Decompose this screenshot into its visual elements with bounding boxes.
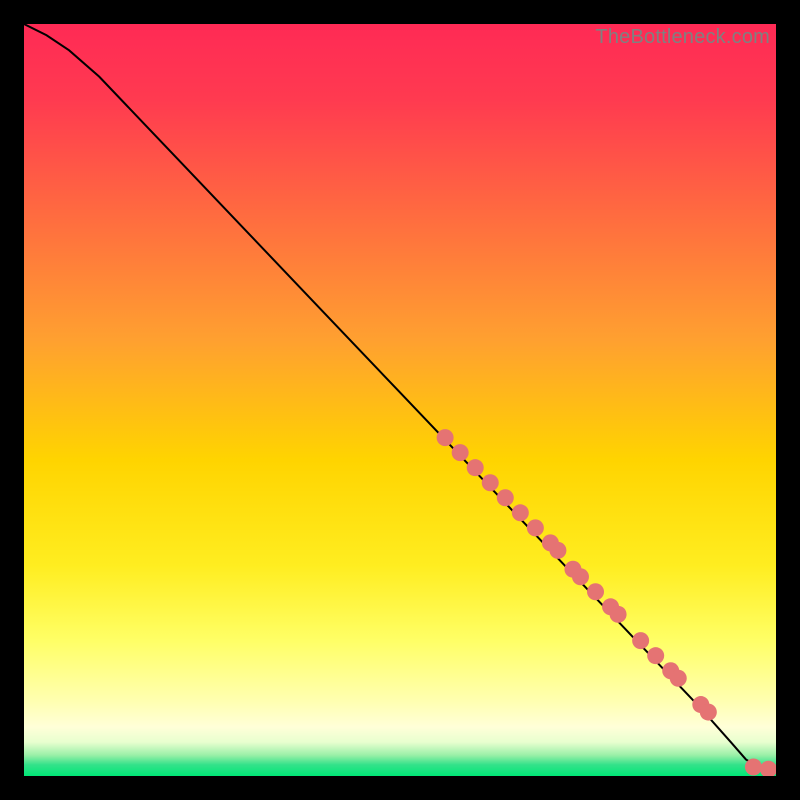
data-point [587,583,604,600]
data-point [549,542,566,559]
gradient-bg [24,24,776,776]
data-point [512,504,529,521]
data-point [497,489,514,506]
data-point [745,758,762,775]
data-point [610,606,627,623]
data-point [572,568,589,585]
data-point [632,632,649,649]
data-point [647,647,664,664]
data-point [527,519,544,536]
data-point [700,704,717,721]
data-point [670,670,687,687]
data-point [452,444,469,461]
chart-frame: TheBottleneck.com [24,24,776,776]
watermark-text: TheBottleneck.com [595,26,770,49]
data-point [437,429,454,446]
chart-plot [24,24,776,776]
data-point [467,459,484,476]
data-point [482,474,499,491]
